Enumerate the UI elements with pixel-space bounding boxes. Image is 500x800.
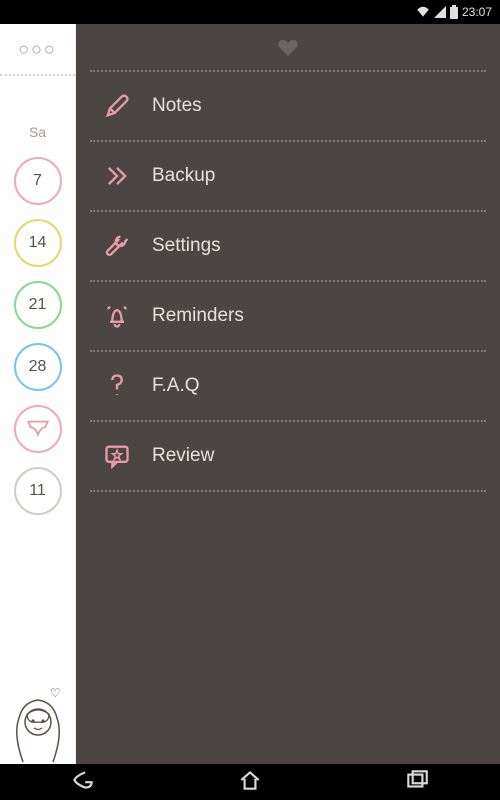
menu-item-review[interactable]: Review — [76, 422, 500, 490]
menu-label: F.A.Q — [152, 375, 200, 397]
day-number: 21 — [29, 296, 47, 314]
question-icon — [102, 371, 132, 401]
day-number: 7 — [33, 172, 42, 190]
menu-item-settings[interactable]: Settings — [76, 212, 500, 280]
signal-icon — [434, 6, 446, 18]
menu-label: Reminders — [152, 305, 244, 327]
divider — [90, 490, 486, 492]
menu-item-reminders[interactable]: Reminders — [76, 282, 500, 350]
day-number: 28 — [29, 358, 47, 376]
drawer-menu: Notes Backup Settings Reminders — [76, 24, 500, 764]
android-navbar — [0, 764, 500, 800]
calendar-day[interactable]: 11 — [14, 467, 62, 515]
day-number: 11 — [29, 482, 46, 500]
more-menu-button[interactable]: ○○○ — [18, 34, 57, 64]
wifi-icon — [416, 6, 430, 18]
menu-label: Backup — [152, 165, 215, 187]
heart-icon — [276, 36, 300, 65]
clock-text: 23:07 — [462, 5, 492, 19]
wrench-icon — [102, 231, 132, 261]
bell-icon — [102, 301, 132, 331]
calendar-day[interactable]: 7 — [14, 157, 62, 205]
calendar-day-period[interactable] — [14, 405, 62, 453]
avatar-illustration: ♡ — [0, 684, 76, 764]
menu-item-faq[interactable]: F.A.Q — [76, 352, 500, 420]
calendar-sidebar: ○○○ Sa 7 14 21 28 11 ♡ — [0, 24, 76, 764]
menu-item-backup[interactable]: Backup — [76, 142, 500, 210]
back-button[interactable] — [70, 767, 96, 798]
day-number: 14 — [29, 234, 47, 252]
favorite-button[interactable] — [76, 30, 500, 70]
app-root: ○○○ Sa 7 14 21 28 11 ♡ — [0, 24, 500, 764]
menu-label: Notes — [152, 95, 202, 117]
menu-label: Review — [152, 445, 214, 467]
review-chat-icon — [102, 441, 132, 471]
recent-apps-button[interactable] — [404, 767, 430, 798]
battery-icon — [450, 5, 458, 19]
weekday-label: Sa — [29, 124, 46, 140]
heart-icon: ♡ — [50, 686, 61, 700]
underwear-icon — [25, 414, 51, 445]
pencil-icon — [102, 91, 132, 121]
calendar-day[interactable]: 28 — [14, 343, 62, 391]
home-button[interactable] — [237, 767, 263, 798]
calendar-day[interactable]: 21 — [14, 281, 62, 329]
android-statusbar: 23:07 — [0, 0, 500, 24]
chevrons-right-icon — [102, 161, 132, 191]
menu-label: Settings — [152, 235, 221, 257]
menu-item-notes[interactable]: Notes — [76, 72, 500, 140]
divider — [0, 74, 75, 76]
calendar-day[interactable]: 14 — [14, 219, 62, 267]
